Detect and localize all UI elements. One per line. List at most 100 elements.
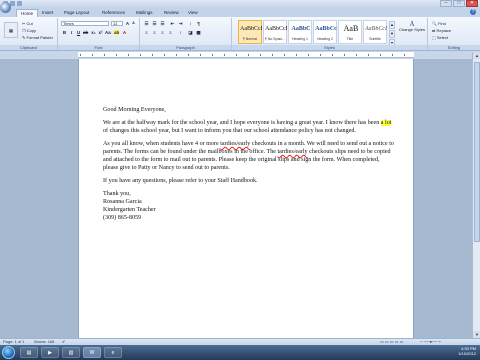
- explorer-icon[interactable]: ▤: [20, 347, 38, 358]
- style-subtitle[interactable]: AaBbCcI Subtitle: [363, 20, 387, 44]
- redo-icon[interactable]: [17, 1, 22, 6]
- align-right-icon[interactable]: ≡: [160, 30, 165, 35]
- bold-icon[interactable]: B: [62, 30, 67, 35]
- find-button[interactable]: 🔍 Find: [432, 21, 446, 26]
- editing-group: 🔍 Find ⇄ Replace ⬚ Select Editing: [428, 18, 480, 50]
- spelling-error[interactable]: tardies/early: [277, 149, 307, 155]
- style-name: Heading 2: [317, 37, 333, 41]
- ie-icon[interactable]: e: [104, 347, 122, 358]
- ruler-tick: [296, 54, 297, 56]
- tab-review[interactable]: Review: [160, 9, 183, 17]
- paragraph-2: As you all know, when students have 4 or…: [103, 140, 395, 172]
- bullets-icon[interactable]: ☰: [144, 21, 149, 26]
- clipboard-group: ▤ ✂ Cut ❐ Copy ✎ Format Painter Clipboar…: [0, 18, 58, 50]
- folder-icon[interactable]: ▥: [62, 347, 80, 358]
- ruler-tick: [344, 54, 345, 56]
- cut-button[interactable]: ✂ Cut: [22, 21, 33, 26]
- maximize-button[interactable]: □: [453, 0, 465, 7]
- paste-icon[interactable]: ▤: [4, 22, 18, 38]
- show-formatting-icon[interactable]: ¶: [196, 21, 201, 26]
- style-heading-2[interactable]: AaBbCc Heading 2: [313, 20, 337, 44]
- chevron-down-icon[interactable]: ▼: [389, 30, 395, 38]
- line-spacing-icon[interactable]: ↕: [178, 30, 183, 35]
- scroll-thumb[interactable]: [474, 62, 480, 242]
- underline-icon[interactable]: U: [76, 30, 81, 35]
- ruler-tick: [236, 54, 237, 56]
- ruler-tick: [320, 54, 321, 56]
- highlighted-text: a lot: [380, 120, 392, 126]
- spelling-error[interactable]: tardies/early: [220, 141, 250, 147]
- media-player-icon[interactable]: ▶: [41, 347, 59, 358]
- office-button[interactable]: [0, 2, 11, 13]
- decrease-indent-icon[interactable]: ⇤: [170, 21, 175, 26]
- style-normal[interactable]: AaBbCcI ¶ Normal: [238, 20, 262, 44]
- document-page[interactable]: Good Morning Everyone, We are at the hal…: [78, 59, 414, 338]
- replace-button[interactable]: ⇄ Replace: [432, 28, 451, 33]
- style-title[interactable]: AaB Title: [338, 20, 362, 44]
- tab-page-layout[interactable]: Page Layout: [60, 9, 93, 17]
- vertical-scrollbar[interactable]: ▲ ▼: [472, 52, 480, 338]
- tab-mailings[interactable]: Mailings: [132, 9, 157, 17]
- italic-icon[interactable]: I: [69, 30, 74, 35]
- tab-insert[interactable]: Insert: [38, 9, 57, 17]
- select-button[interactable]: ⬚ Select: [432, 35, 448, 40]
- borders-icon[interactable]: ▦: [196, 30, 201, 35]
- subscript-icon[interactable]: x₂: [91, 30, 96, 35]
- styles-gallery-scroll[interactable]: ▲ ▼ ▾: [389, 21, 395, 47]
- increase-indent-icon[interactable]: ⇥: [178, 21, 183, 26]
- shrink-font-icon[interactable]: A: [131, 21, 136, 26]
- paragraph-group-label: Paragraph: [140, 45, 231, 50]
- ruler-tick: [104, 54, 105, 56]
- change-case-icon[interactable]: Aa: [105, 30, 111, 35]
- scroll-up-icon[interactable]: ▲: [473, 52, 480, 59]
- scroll-down-icon[interactable]: ▼: [473, 331, 480, 338]
- format-painter-button[interactable]: ✎ Format Painter: [22, 35, 53, 40]
- multilevel-list-icon[interactable]: ☰: [160, 21, 165, 26]
- align-center-icon[interactable]: ≡: [152, 30, 157, 35]
- word-taskbar-icon[interactable]: W: [83, 347, 101, 358]
- styles-group-label: Styles: [232, 45, 427, 50]
- horizontal-ruler[interactable]: [30, 52, 450, 58]
- superscript-icon[interactable]: x²: [98, 30, 103, 35]
- paragraph-group: ☰ ☰ ☰ ⇤ ⇥ ↕ ¶ ≡ ≡ ≡ ≡ ↕ ◪ ▦ Paragraph: [140, 18, 232, 50]
- start-button[interactable]: [2, 346, 15, 359]
- window-controls: – □ ✕: [440, 0, 478, 7]
- tab-view[interactable]: View: [184, 9, 202, 17]
- ruler-tick: [200, 54, 201, 56]
- style-heading-1[interactable]: AaBbC Heading 1: [288, 20, 312, 44]
- clipboard-group-label: Clipboard: [0, 45, 57, 50]
- grow-font-icon[interactable]: A: [125, 21, 130, 26]
- style-no-spacing[interactable]: AaBbCcI ¶ No Spaci...: [263, 20, 287, 44]
- ruler-tick: [248, 54, 249, 56]
- ruler-tick: [272, 54, 273, 56]
- justify-icon[interactable]: ≡: [168, 30, 173, 35]
- tab-references[interactable]: References: [98, 9, 129, 17]
- style-name: Title: [346, 37, 354, 41]
- ruler-tick: [188, 54, 189, 56]
- editing-group-label: Editing: [428, 45, 480, 50]
- align-left-icon[interactable]: ≡: [144, 30, 149, 35]
- highlight-icon[interactable]: ab: [114, 30, 119, 35]
- copy-button[interactable]: ❐ Copy: [22, 28, 36, 33]
- minimize-button[interactable]: –: [440, 0, 452, 7]
- help-icon[interactable]: ?: [470, 9, 476, 15]
- clock-date[interactable]: 1/10/2012: [426, 351, 476, 356]
- ruler-tick: [356, 54, 357, 56]
- change-styles-button[interactable]: A Change Styles: [398, 21, 426, 33]
- font-name-combo[interactable]: Times: [61, 21, 109, 26]
- paragraph-1: We are at the halfway mark for the schoo…: [103, 119, 395, 135]
- paragraph-1-text: of changes this school year, but I want …: [103, 128, 356, 134]
- sort-icon[interactable]: ↕: [188, 21, 193, 26]
- chevron-up-icon[interactable]: ▲: [389, 21, 395, 29]
- signature-block: Thank you, Rosanna Garcia Kindergarten T…: [103, 191, 156, 221]
- paragraph-1-text: We are at the halfway mark for the schoo…: [103, 120, 381, 126]
- numbering-icon[interactable]: ☰: [152, 21, 157, 26]
- tab-home[interactable]: Home: [16, 9, 39, 17]
- close-button[interactable]: ✕: [466, 0, 478, 7]
- strikethrough-icon[interactable]: ab: [83, 30, 88, 35]
- font-color-icon[interactable]: A: [122, 30, 127, 35]
- shading-icon[interactable]: ◪: [188, 30, 193, 35]
- ruler-tick: [128, 54, 129, 56]
- document-body[interactable]: Good Morning Everyone, We are at the hal…: [103, 106, 395, 227]
- font-size-combo[interactable]: 12: [111, 21, 123, 26]
